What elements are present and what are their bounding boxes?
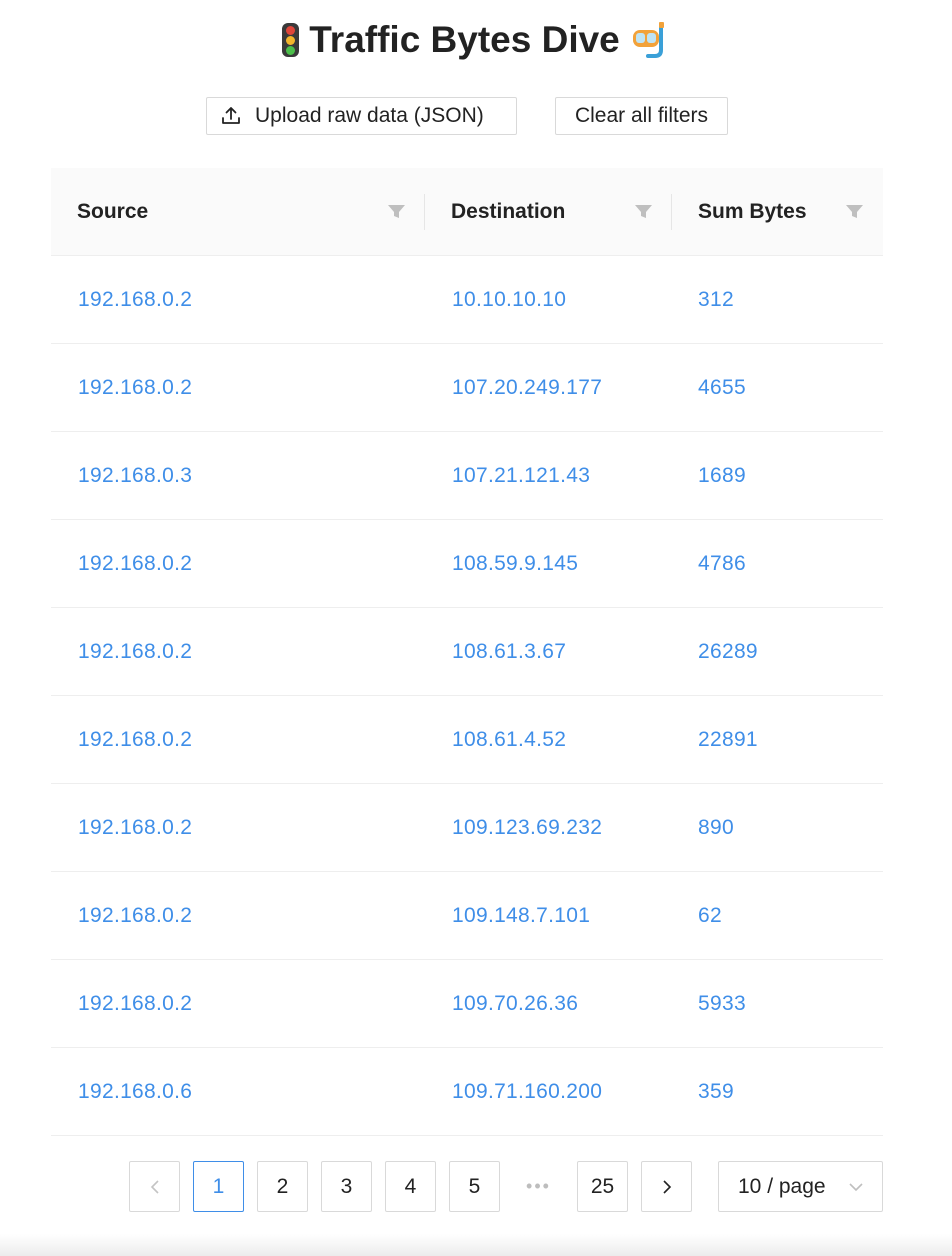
sum-bytes-cell[interactable]: 62 bbox=[672, 904, 883, 928]
source-cell[interactable]: 192.168.0.2 bbox=[51, 552, 425, 576]
sum-bytes-cell[interactable]: 312 bbox=[672, 288, 883, 312]
destination-cell[interactable]: 108.59.9.145 bbox=[425, 552, 672, 576]
source-cell[interactable]: 192.168.0.2 bbox=[51, 816, 425, 840]
destination-cell[interactable]: 108.61.3.67 bbox=[425, 640, 672, 664]
chevron-right-icon bbox=[662, 1179, 671, 1194]
table-row: 192.168.0.2 109.123.69.232 890 bbox=[51, 784, 883, 872]
page-button-4[interactable]: 4 bbox=[385, 1161, 436, 1212]
diving-mask-icon bbox=[632, 22, 664, 58]
table-row: 192.168.0.3 107.21.121.43 1689 bbox=[51, 432, 883, 520]
clear-filters-button[interactable]: Clear all filters bbox=[555, 97, 728, 135]
prev-page-button[interactable] bbox=[129, 1161, 180, 1212]
destination-cell[interactable]: 109.70.26.36 bbox=[425, 992, 672, 1016]
table-row: 192.168.0.2 107.20.249.177 4655 bbox=[51, 344, 883, 432]
chevron-down-icon bbox=[849, 1183, 863, 1192]
sum-bytes-cell[interactable]: 5933 bbox=[672, 992, 883, 1016]
upload-button[interactable]: Upload raw data (JSON) bbox=[206, 97, 517, 135]
destination-cell[interactable]: 109.71.160.200 bbox=[425, 1080, 672, 1104]
destination-cell[interactable]: 107.21.121.43 bbox=[425, 464, 672, 488]
chevron-left-icon bbox=[150, 1179, 159, 1194]
page-button-5[interactable]: 5 bbox=[449, 1161, 500, 1212]
table-header: Source Destination Sum Bytes bbox=[51, 168, 883, 256]
destination-cell[interactable]: 109.123.69.232 bbox=[425, 816, 672, 840]
sum-bytes-cell[interactable]: 359 bbox=[672, 1080, 883, 1104]
column-header-sum-bytes: Sum Bytes bbox=[672, 168, 883, 255]
column-title-destination: Destination bbox=[451, 199, 566, 223]
table-row: 192.168.0.2 109.148.7.101 62 bbox=[51, 872, 883, 960]
table-row: 192.168.0.2 108.61.4.52 22891 bbox=[51, 696, 883, 784]
column-title-sum-bytes: Sum Bytes bbox=[698, 199, 807, 223]
table-row: 192.168.0.2 109.70.26.36 5933 bbox=[51, 960, 883, 1048]
destination-cell[interactable]: 107.20.249.177 bbox=[425, 376, 672, 400]
next-page-button[interactable] bbox=[641, 1161, 692, 1212]
column-header-destination: Destination bbox=[425, 168, 672, 255]
page-button-3[interactable]: 3 bbox=[321, 1161, 372, 1212]
pagination: 1 2 3 4 5 ••• 25 10 / page bbox=[0, 1161, 952, 1213]
page-button-2[interactable]: 2 bbox=[257, 1161, 308, 1212]
sum-bytes-cell[interactable]: 4786 bbox=[672, 552, 883, 576]
table-row: 192.168.0.2 10.10.10.10 312 bbox=[51, 256, 883, 344]
traffic-light-icon bbox=[282, 23, 300, 57]
page-title: Traffic Bytes Dive bbox=[0, 14, 952, 66]
destination-cell[interactable]: 10.10.10.10 bbox=[425, 288, 672, 312]
table-row: 192.168.0.2 108.59.9.145 4786 bbox=[51, 520, 883, 608]
upload-icon bbox=[222, 107, 240, 124]
sum-bytes-cell[interactable]: 22891 bbox=[672, 728, 883, 752]
sum-bytes-cell[interactable]: 26289 bbox=[672, 640, 883, 664]
filter-icon[interactable] bbox=[388, 203, 405, 220]
filter-icon[interactable] bbox=[846, 203, 863, 220]
sum-bytes-cell[interactable]: 1689 bbox=[672, 464, 883, 488]
upload-button-label: Upload raw data (JSON) bbox=[255, 104, 484, 127]
page-size-label: 10 / page bbox=[738, 1174, 826, 1198]
table-row: 192.168.0.6 109.71.160.200 359 bbox=[51, 1048, 883, 1136]
page-title-text: Traffic Bytes Dive bbox=[309, 19, 620, 60]
source-cell[interactable]: 192.168.0.2 bbox=[51, 992, 425, 1016]
destination-cell[interactable]: 109.148.7.101 bbox=[425, 904, 672, 928]
source-cell[interactable]: 192.168.0.2 bbox=[51, 904, 425, 928]
page-size-select[interactable]: 10 / page bbox=[718, 1161, 883, 1212]
source-cell[interactable]: 192.168.0.3 bbox=[51, 464, 425, 488]
source-cell[interactable]: 192.168.0.2 bbox=[51, 640, 425, 664]
clear-filters-label: Clear all filters bbox=[574, 104, 709, 127]
source-cell[interactable]: 192.168.0.2 bbox=[51, 728, 425, 752]
column-header-source: Source bbox=[51, 168, 425, 255]
sum-bytes-cell[interactable]: 4655 bbox=[672, 376, 883, 400]
filter-icon[interactable] bbox=[635, 203, 652, 220]
jump-next-ellipsis[interactable]: ••• bbox=[513, 1161, 564, 1212]
traffic-table: Source Destination Sum Bytes 192.168.0.2… bbox=[51, 168, 883, 1136]
source-cell[interactable]: 192.168.0.2 bbox=[51, 376, 425, 400]
toolbar: Upload raw data (JSON) Clear all filters bbox=[0, 97, 952, 137]
column-title-source: Source bbox=[77, 199, 149, 223]
page-button-1[interactable]: 1 bbox=[193, 1161, 244, 1212]
sum-bytes-cell[interactable]: 890 bbox=[672, 816, 883, 840]
page-button-last[interactable]: 25 bbox=[577, 1161, 628, 1212]
source-cell[interactable]: 192.168.0.6 bbox=[51, 1080, 425, 1104]
source-cell[interactable]: 192.168.0.2 bbox=[51, 288, 425, 312]
table-row: 192.168.0.2 108.61.3.67 26289 bbox=[51, 608, 883, 696]
destination-cell[interactable]: 108.61.4.52 bbox=[425, 728, 672, 752]
window-bottom-edge bbox=[0, 1234, 952, 1256]
